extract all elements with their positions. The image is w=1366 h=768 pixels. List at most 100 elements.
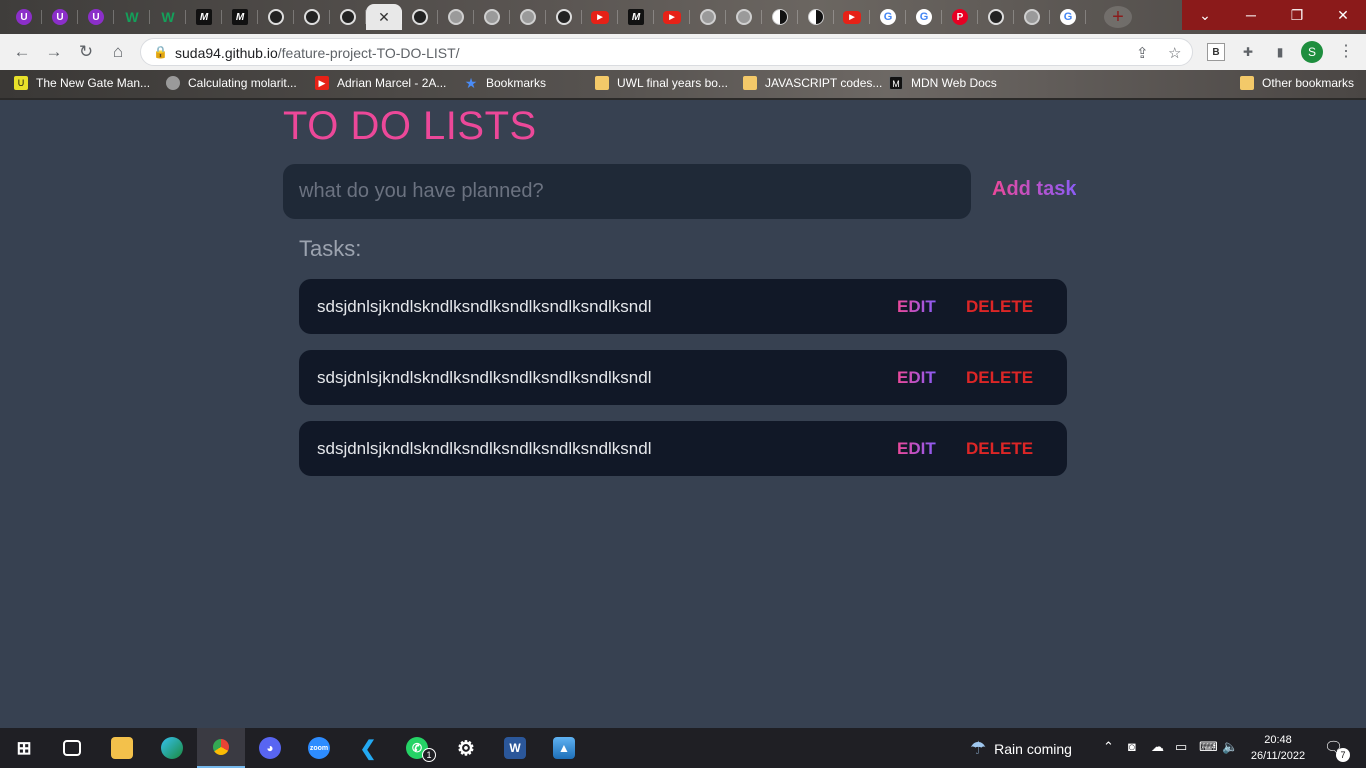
bookmark-item[interactable]: JAVASCRIPT codes... bbox=[743, 76, 882, 90]
add-task-button[interactable]: Add task bbox=[992, 178, 1076, 201]
bookmark-item[interactable]: Calculating molarit... bbox=[166, 76, 297, 90]
edit-button[interactable]: EDIT bbox=[897, 368, 936, 388]
notification-count: 7 bbox=[1336, 748, 1350, 762]
browser-tab[interactable]: ✕ bbox=[366, 4, 402, 30]
browser-tab[interactable]: U bbox=[78, 4, 114, 30]
task-view-icon bbox=[63, 740, 81, 756]
other-bookmarks[interactable]: Other bookmarks bbox=[1240, 76, 1354, 90]
new-task-input[interactable] bbox=[283, 164, 971, 219]
close-icon[interactable]: ✕ bbox=[378, 9, 390, 26]
browser-tab[interactable] bbox=[798, 4, 834, 30]
bookmark-item[interactable]: ▶ Adrian Marcel - 2A... bbox=[315, 76, 446, 90]
photos-button[interactable]: ▲ bbox=[540, 728, 588, 768]
discord-button[interactable]: ◕ bbox=[246, 728, 294, 768]
browser-tab[interactable] bbox=[510, 4, 546, 30]
bookmark-item[interactable]: U The New Gate Man... bbox=[14, 76, 150, 90]
vscode-button[interactable]: ❮ bbox=[344, 728, 392, 768]
globe-icon bbox=[700, 9, 716, 25]
battery-icon[interactable]: ▭ bbox=[1175, 739, 1187, 755]
whatsapp-button[interactable]: ✆ 1 bbox=[393, 728, 441, 768]
browser-tab[interactable]: W bbox=[150, 4, 186, 30]
file-explorer-button[interactable] bbox=[98, 728, 146, 768]
browser-tab[interactable]: ▶ bbox=[582, 4, 618, 30]
restore-button[interactable]: ❐ bbox=[1274, 0, 1320, 30]
volume-icon[interactable]: 🔈 bbox=[1222, 739, 1238, 755]
delete-button[interactable]: DELETE bbox=[966, 297, 1033, 317]
zoom-button[interactable]: zoom bbox=[295, 728, 343, 768]
browser-tab[interactable] bbox=[330, 4, 366, 30]
clock-date: 26/11/2022 bbox=[1250, 750, 1306, 762]
minimize-button[interactable]: ─ bbox=[1228, 0, 1274, 30]
delete-button[interactable]: DELETE bbox=[966, 368, 1033, 388]
browser-tab[interactable] bbox=[258, 4, 294, 30]
browser-tab[interactable]: M bbox=[186, 4, 222, 30]
home-icon[interactable]: ⌂ bbox=[106, 41, 130, 63]
start-button[interactable]: ⊞ bbox=[0, 728, 48, 768]
task-item: sdsjdnlsjkndlskndlksndlksndlksndlksndlks… bbox=[299, 279, 1067, 334]
back-icon[interactable]: ← bbox=[10, 41, 34, 63]
onedrive-cloud-icon[interactable]: ☁ bbox=[1151, 739, 1164, 755]
youtube-icon: ▶ bbox=[591, 10, 609, 24]
meet-icon[interactable]: ◙ bbox=[1128, 739, 1136, 754]
browser-tab[interactable] bbox=[690, 4, 726, 30]
bookmark-item[interactable]: UWL final years bo... bbox=[595, 76, 728, 90]
globe-icon bbox=[520, 9, 536, 25]
lock-icon[interactable]: 🔒 bbox=[153, 45, 168, 59]
word-button[interactable]: W bbox=[491, 728, 539, 768]
delete-button[interactable]: DELETE bbox=[966, 439, 1033, 459]
profile-avatar[interactable]: S bbox=[1301, 41, 1323, 63]
share-icon[interactable]: ⇪ bbox=[1136, 44, 1149, 62]
browser-tab[interactable]: M bbox=[618, 4, 654, 30]
new-tab-button[interactable]: + bbox=[1104, 6, 1132, 28]
windows-logo-icon: ⊞ bbox=[16, 737, 32, 758]
browser-tab[interactable] bbox=[726, 4, 762, 30]
close-window-button[interactable]: ✕ bbox=[1320, 0, 1366, 30]
extension-b-icon[interactable]: B bbox=[1207, 43, 1225, 61]
browser-tab[interactable]: U bbox=[42, 4, 78, 30]
edit-button[interactable]: EDIT bbox=[897, 297, 936, 317]
word-icon: W bbox=[504, 737, 526, 759]
globe-icon bbox=[736, 9, 752, 25]
task-view-button[interactable] bbox=[48, 728, 96, 768]
browser-tab[interactable] bbox=[762, 4, 798, 30]
browser-tab[interactable]: G bbox=[1050, 4, 1086, 30]
url-text[interactable]: suda94.github.io/feature-project-TO-DO-L… bbox=[175, 45, 460, 61]
browser-tab[interactable] bbox=[546, 4, 582, 30]
side-panel-icon[interactable]: ▮ bbox=[1271, 43, 1289, 61]
browser-tab[interactable]: W bbox=[114, 4, 150, 30]
system-clock[interactable]: 20:48 26/11/2022 bbox=[1246, 732, 1310, 764]
chrome-button[interactable] bbox=[197, 728, 245, 768]
browser-tab[interactable] bbox=[1014, 4, 1050, 30]
browser-tab[interactable]: ▶ bbox=[834, 4, 870, 30]
m-icon: M bbox=[232, 9, 248, 25]
extensions-puzzle-icon[interactable]: ✚ bbox=[1239, 43, 1257, 61]
browser-tab[interactable] bbox=[438, 4, 474, 30]
star-icon: ★ bbox=[464, 75, 478, 91]
browser-tab[interactable]: G bbox=[870, 4, 906, 30]
tab-search-icon[interactable]: ⌄ bbox=[1182, 0, 1228, 30]
forward-icon[interactable]: → bbox=[42, 41, 66, 63]
browser-tab[interactable]: M bbox=[222, 4, 258, 30]
network-icon[interactable]: ⌨ bbox=[1199, 739, 1218, 755]
browser-tab[interactable]: ▶ bbox=[654, 4, 690, 30]
edit-button[interactable]: EDIT bbox=[897, 439, 936, 459]
browser-tab[interactable]: U bbox=[6, 4, 42, 30]
browser-tab[interactable]: P bbox=[942, 4, 978, 30]
browser-tab[interactable] bbox=[402, 4, 438, 30]
bookmark-item[interactable]: M MDN Web Docs bbox=[889, 76, 997, 90]
mdn-icon: M bbox=[889, 76, 903, 90]
browser-tab[interactable]: G bbox=[906, 4, 942, 30]
zoom-icon: zoom bbox=[308, 737, 330, 759]
browser-tab[interactable] bbox=[978, 4, 1014, 30]
weather-widget[interactable]: ☂ Rain coming bbox=[970, 738, 1072, 759]
menu-kebab-icon[interactable]: ⋮ bbox=[1338, 41, 1354, 61]
bookmark-item[interactable]: ★ Bookmarks bbox=[464, 76, 546, 90]
chevron-up-icon[interactable]: ⌃ bbox=[1103, 739, 1114, 755]
edge-button[interactable] bbox=[148, 728, 196, 768]
browser-tab[interactable] bbox=[294, 4, 330, 30]
bookmark-star-icon[interactable]: ☆ bbox=[1168, 44, 1181, 62]
address-bar[interactable]: 🔒 suda94.github.io/feature-project-TO-DO… bbox=[140, 38, 1193, 66]
browser-tab[interactable] bbox=[474, 4, 510, 30]
reload-icon[interactable]: ↻ bbox=[74, 41, 98, 63]
settings-button[interactable]: ⚙ bbox=[442, 728, 490, 768]
